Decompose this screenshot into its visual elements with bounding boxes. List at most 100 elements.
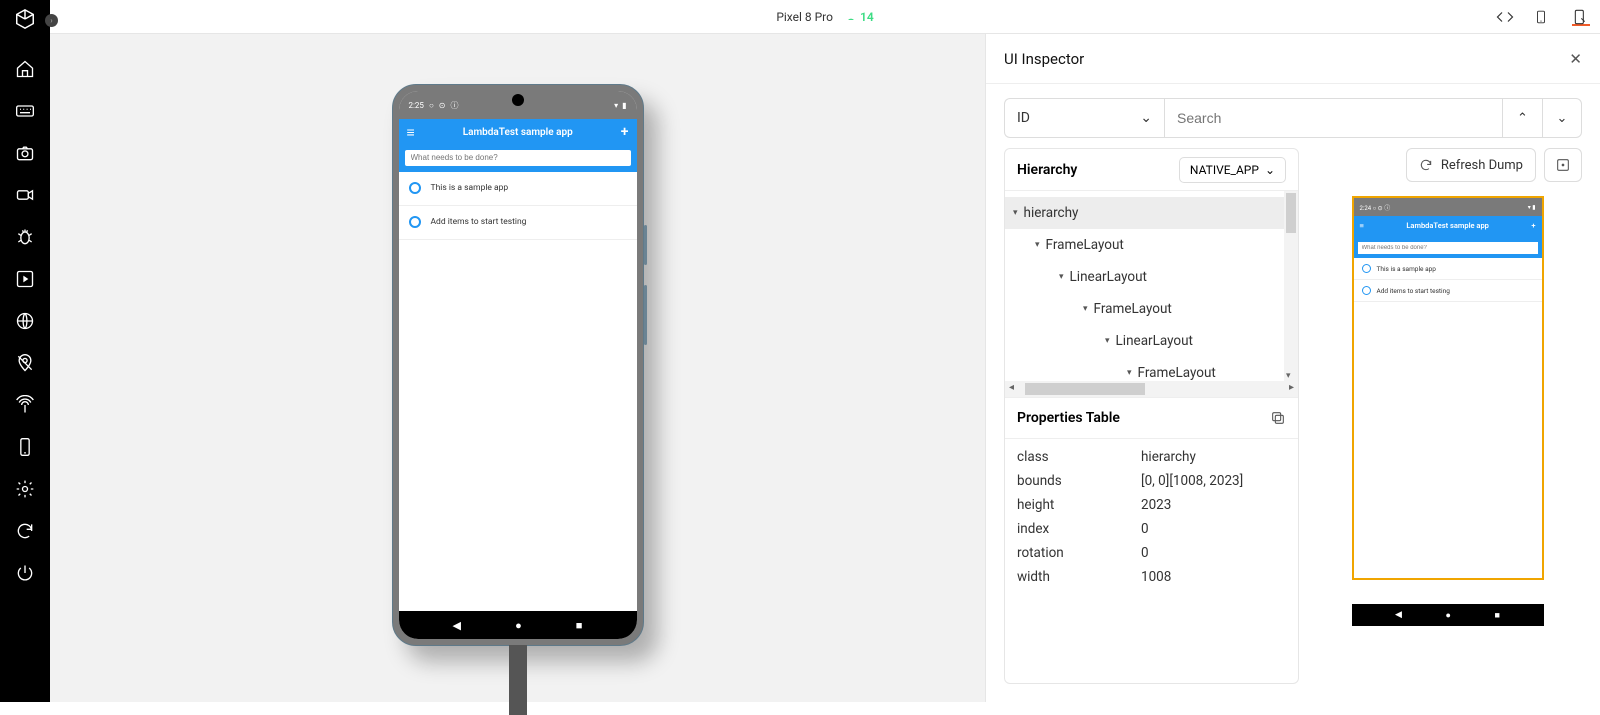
tree-node[interactable]: ▾ LinearLayout <box>1005 261 1298 293</box>
radio-icon <box>1362 264 1371 273</box>
status-icon: ⊙ <box>439 101 446 110</box>
device-outline-icon[interactable] <box>1534 8 1552 26</box>
preview-status-bar: 2:24 ○ ⊙ ⓘ ▾ ▮ <box>1354 198 1542 216</box>
mobile-icon[interactable] <box>14 436 36 458</box>
copy-icon[interactable] <box>1270 410 1286 426</box>
hamburger-icon[interactable]: ≡ <box>407 124 415 141</box>
property-row: bounds[0, 0][1008, 2023] <box>1017 469 1286 493</box>
inspector-toggle-icon[interactable] <box>1572 8 1590 26</box>
preview-device[interactable]: 2:24 ○ ⊙ ⓘ ▾ ▮ ≡ LambdaTest sample app +… <box>1352 196 1544 626</box>
scroll-left-icon[interactable]: ◂ <box>1009 382 1014 393</box>
back-icon: ◀ <box>1395 610 1402 620</box>
caret-icon[interactable]: ▾ <box>1105 336 1110 346</box>
inspector-panel: UI Inspector ✕ ID ⌄ ⌃ ⌄ Hierarchy <box>985 34 1600 702</box>
preview-list-item: This is a sample app <box>1354 258 1542 280</box>
device-name: Pixel 8 Pro <box>776 10 833 24</box>
tree-hscrollbar[interactable]: ◂ ▸ <box>1005 381 1298 397</box>
settings-icon[interactable] <box>14 478 36 500</box>
location-off-icon[interactable] <box>14 352 36 374</box>
video-icon[interactable] <box>14 184 36 206</box>
add-icon[interactable]: + <box>621 124 629 140</box>
scroll-right-icon[interactable]: ▸ <box>1289 382 1294 393</box>
context-label: NATIVE_APP <box>1190 163 1259 177</box>
tree-node[interactable]: ▾FrameLayout <box>1005 229 1298 261</box>
home-icon[interactable] <box>14 58 36 80</box>
play-square-icon[interactable] <box>14 268 36 290</box>
power-icon[interactable] <box>14 562 36 584</box>
todo-input[interactable] <box>405 150 631 166</box>
tree-node[interactable]: ▾LinearLayout <box>1005 325 1298 357</box>
search-by-select[interactable]: ID ⌄ <box>1004 98 1164 138</box>
os-version: 14 <box>860 10 874 24</box>
search-next-button[interactable]: ⌄ <box>1542 98 1582 138</box>
property-row: height2023 <box>1017 493 1286 517</box>
search-prev-button[interactable]: ⌃ <box>1502 98 1542 138</box>
preview-status-time: 2:24 <box>1360 205 1372 212</box>
list-item[interactable]: Add items to start testing <box>399 206 637 240</box>
properties-label: Properties Table <box>1017 410 1120 426</box>
tree-node-label: LinearLayout <box>1070 269 1147 285</box>
property-value: 0 <box>1141 545 1149 561</box>
search-input[interactable] <box>1164 98 1502 138</box>
caret-icon[interactable]: ▾ <box>1059 272 1064 282</box>
app-title: LambdaTest sample app <box>463 127 573 138</box>
hierarchy-tree[interactable]: ▾ hierarchy ▾ FrameLayout ▾ LinearLayout ▾ F… <box>1005 191 1298 381</box>
radio-icon[interactable] <box>409 216 421 228</box>
chevron-down-icon: ⌄ <box>1265 163 1275 177</box>
caret-icon[interactable]: ▾ <box>1083 304 1088 314</box>
brand-logo-icon <box>14 8 36 30</box>
bug-icon[interactable] <box>14 226 36 248</box>
camera-icon[interactable] <box>14 142 36 164</box>
property-key: index <box>1017 521 1141 537</box>
context-select[interactable]: NATIVE_APP ⌄ <box>1179 157 1286 183</box>
broadcast-icon[interactable] <box>14 394 36 416</box>
property-key: bounds <box>1017 473 1141 489</box>
search-by-label: ID <box>1017 110 1030 126</box>
preview-item-label: Add items to start testing <box>1377 287 1450 295</box>
tree-node[interactable]: ▾ hierarchy <box>1005 197 1298 229</box>
close-icon[interactable]: ✕ <box>1569 50 1582 68</box>
device-cable <box>509 645 527 715</box>
caret-icon[interactable]: ▾ <box>1127 368 1132 378</box>
property-value: 0 <box>1141 521 1149 537</box>
status-time: 2:25 <box>409 101 424 110</box>
scroll-thumb[interactable] <box>1025 383 1145 395</box>
todo-list: This is a sample app Add items to start … <box>399 172 637 240</box>
keyboard-icon[interactable] <box>14 100 36 122</box>
tree-vscrollbar[interactable]: ▴ ▾ <box>1284 191 1298 381</box>
preview-status-right: ▾ ▮ <box>1528 204 1536 211</box>
property-row: rotation0 <box>1017 541 1286 565</box>
recents-icon[interactable]: ■ <box>576 619 583 632</box>
caret-icon[interactable]: ▾ <box>1035 240 1040 250</box>
property-value: 1008 <box>1141 569 1171 585</box>
device-info: Pixel 8 Pro 14 <box>776 10 873 24</box>
app-bar: ≡ LambdaTest sample app + <box>399 119 637 145</box>
refresh-dump-button[interactable]: Refresh Dump <box>1406 148 1536 182</box>
globe-icon[interactable] <box>14 310 36 332</box>
sync-icon[interactable] <box>14 520 36 542</box>
device-screen[interactable]: 2:25 ○ ⊙ ⓘ ▾ ▮ ≡ LambdaTest sample app <box>399 91 637 639</box>
list-item[interactable]: This is a sample app <box>399 172 637 206</box>
inspector-search-row: ID ⌄ ⌃ ⌄ <box>986 84 1600 148</box>
scroll-down-icon[interactable]: ▾ <box>1286 371 1291 381</box>
target-select-button[interactable] <box>1544 148 1582 182</box>
hierarchy-column: Hierarchy NATIVE_APP ⌄ ▾hierarchy ▾Frame… <box>1004 148 1299 684</box>
back-icon[interactable]: ◀ <box>453 619 461 632</box>
tree-node[interactable]: ▾ FrameLayout <box>1005 293 1298 325</box>
code-icon[interactable] <box>1496 8 1514 26</box>
home-nav-icon[interactable]: ● <box>515 619 522 632</box>
caret-icon[interactable]: ▾ <box>1013 208 1018 218</box>
battery-icon: ▮ <box>622 101 626 110</box>
property-value: 2023 <box>1141 497 1171 513</box>
preview-screen[interactable]: 2:24 ○ ⊙ ⓘ ▾ ▮ ≡ LambdaTest sample app +… <box>1352 196 1544 580</box>
tree-node[interactable]: ▾ FrameLayout <box>1005 357 1298 381</box>
property-row: width1008 <box>1017 565 1286 589</box>
scroll-thumb[interactable] <box>1286 193 1296 233</box>
tree-node-label: hierarchy <box>1024 205 1079 221</box>
radio-icon[interactable] <box>409 182 421 194</box>
property-value: [0, 0][1008, 2023] <box>1141 473 1243 489</box>
tree-node-label: FrameLayout <box>1094 301 1172 317</box>
preview-nav-bar: ◀ ● ■ <box>1352 604 1544 626</box>
chevron-down-icon: ⌄ <box>1140 110 1152 126</box>
tree-node-label: FrameLayout <box>1138 365 1216 381</box>
